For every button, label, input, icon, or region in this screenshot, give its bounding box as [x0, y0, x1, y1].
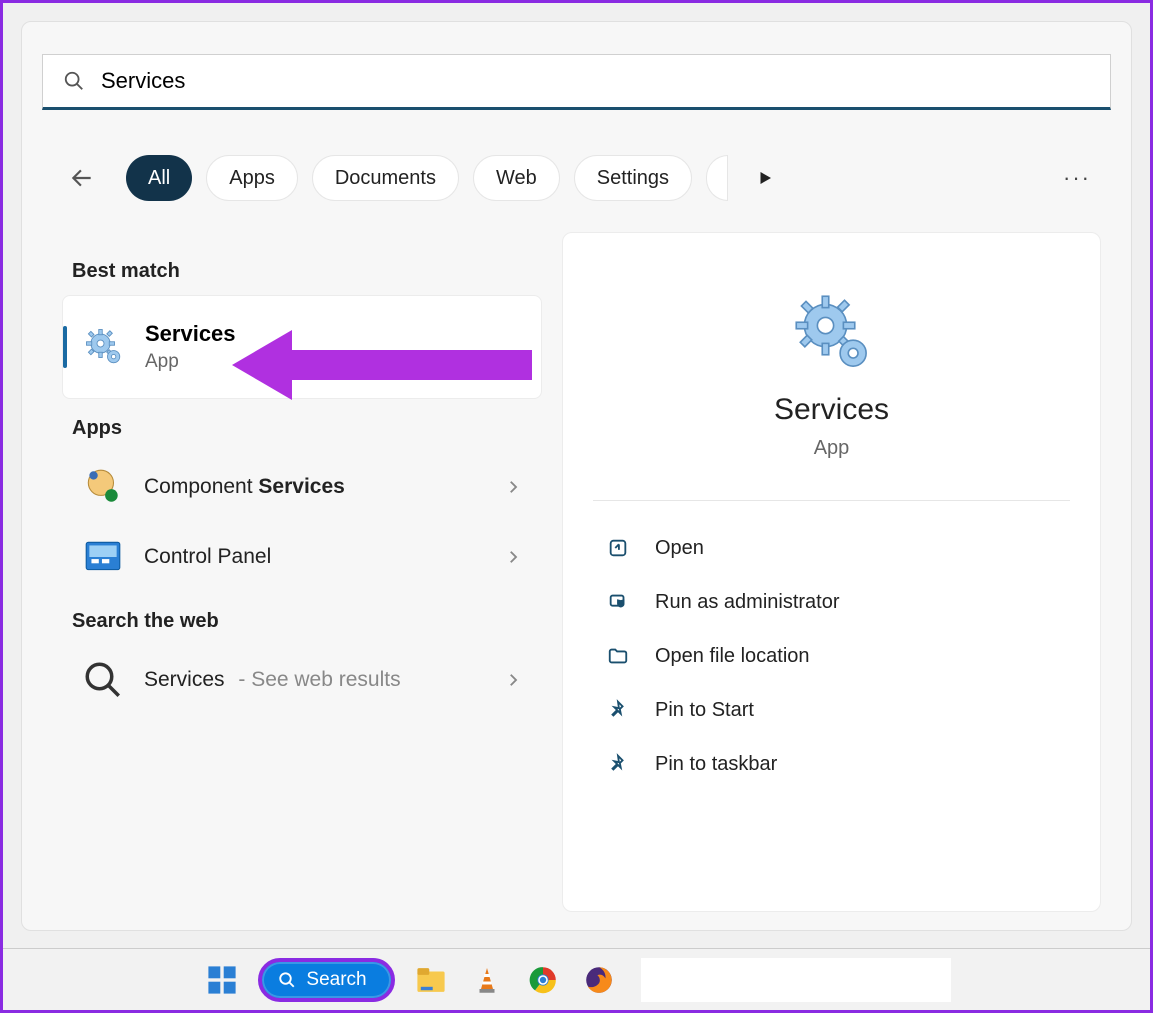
chevron-right-icon — [504, 671, 522, 689]
results-column: Best match Services App Apps Component S… — [62, 242, 542, 715]
back-button[interactable] — [62, 158, 102, 198]
selection-accent — [63, 326, 67, 368]
filter-settings[interactable]: Settings — [574, 155, 692, 201]
app-result-component-services[interactable]: Component Services — [62, 452, 542, 522]
chevron-right-icon — [504, 478, 522, 496]
web-result[interactable]: Services - See web results — [62, 645, 542, 715]
control-panel-icon — [82, 536, 124, 578]
best-match-item[interactable]: Services App — [62, 295, 542, 399]
best-match-subtitle: App — [145, 351, 236, 373]
detail-panel: Services App Open Run as administrator O… — [562, 232, 1101, 912]
chrome-icon[interactable] — [523, 960, 563, 1000]
action-label: Pin to taskbar — [655, 753, 777, 776]
section-search-web: Search the web — [72, 610, 542, 633]
start-button[interactable] — [202, 960, 242, 1000]
vlc-icon[interactable] — [467, 960, 507, 1000]
action-pin-start[interactable]: Pin to Start — [593, 683, 1070, 737]
more-button[interactable]: ··· — [1063, 165, 1091, 191]
action-label: Run as administrator — [655, 591, 840, 614]
services-icon — [83, 326, 125, 368]
action-label: Open — [655, 537, 704, 560]
search-box[interactable] — [42, 54, 1111, 110]
app-result-prefix: Component — [144, 475, 258, 498]
pin-icon — [607, 753, 629, 775]
folder-icon — [607, 645, 629, 667]
app-result-label: Control Panel — [144, 545, 271, 568]
action-open-location[interactable]: Open file location — [593, 629, 1070, 683]
search-panel: All Apps Documents Web Settings ··· Best… — [21, 21, 1132, 931]
taskbar-blank-area — [641, 958, 951, 1002]
app-result-bold: Services — [258, 475, 344, 498]
app-result-control-panel[interactable]: Control Panel — [62, 522, 542, 592]
chevron-right-icon — [504, 548, 522, 566]
action-run-admin[interactable]: Run as administrator — [593, 575, 1070, 629]
filter-overflow[interactable] — [706, 155, 728, 201]
search-icon — [278, 971, 296, 989]
firefox-icon[interactable] — [579, 960, 619, 1000]
play-button[interactable] — [742, 155, 788, 201]
filter-apps[interactable]: Apps — [206, 155, 298, 201]
web-result-suffix: - See web results — [233, 668, 401, 691]
best-match-title: Services — [145, 321, 236, 347]
search-input[interactable] — [101, 68, 1090, 94]
search-icon — [82, 659, 124, 701]
filter-row: All Apps Documents Web Settings ··· — [62, 148, 1091, 208]
section-best-match: Best match — [72, 260, 542, 283]
detail-subtitle: App — [814, 437, 850, 460]
taskbar-search-button[interactable]: Search — [258, 958, 394, 1002]
action-label: Open file location — [655, 645, 810, 668]
services-large-icon — [793, 293, 871, 371]
action-open[interactable]: Open — [593, 521, 1070, 575]
shield-icon — [607, 591, 629, 613]
web-result-term: Services — [144, 668, 225, 691]
detail-title: Services — [774, 393, 889, 427]
action-pin-taskbar[interactable]: Pin to taskbar — [593, 737, 1070, 791]
section-apps: Apps — [72, 417, 542, 440]
filter-documents[interactable]: Documents — [312, 155, 459, 201]
divider — [593, 500, 1070, 501]
open-icon — [607, 537, 629, 559]
filter-web[interactable]: Web — [473, 155, 560, 201]
action-label: Pin to Start — [655, 699, 754, 722]
component-services-icon — [82, 466, 124, 508]
taskbar: Search — [3, 948, 1150, 1010]
pin-icon — [607, 699, 629, 721]
search-icon — [63, 70, 85, 92]
file-explorer-icon[interactable] — [411, 960, 451, 1000]
filter-all[interactable]: All — [126, 155, 192, 201]
taskbar-search-label: Search — [306, 969, 366, 991]
